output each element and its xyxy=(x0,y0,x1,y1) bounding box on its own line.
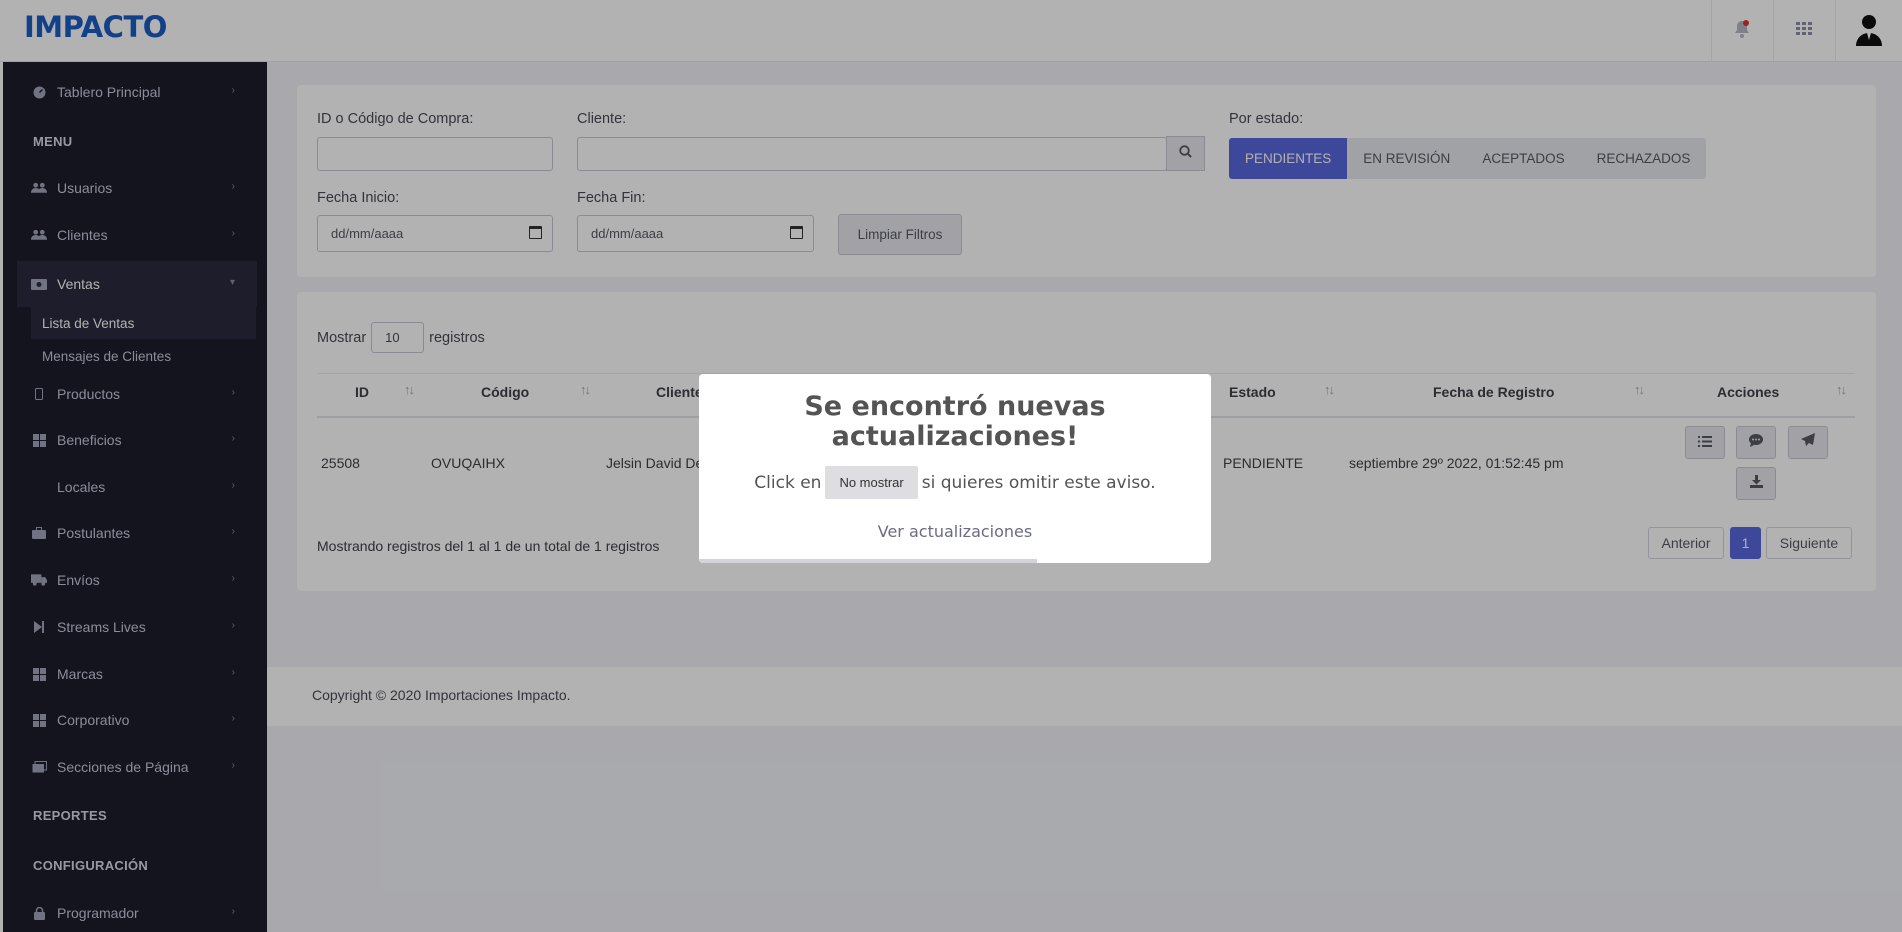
modal-text-before: Click en xyxy=(754,472,822,493)
modal-title-line-1: Se encontró nuevas xyxy=(804,391,1106,422)
modal-text-after: si quieres omitir este aviso. xyxy=(921,472,1156,493)
view-updates-link[interactable]: Ver actualizaciones xyxy=(699,522,1211,541)
modal-title: Se encontró nuevas actualizaciones! xyxy=(699,392,1211,452)
no-show-button[interactable]: No mostrar xyxy=(825,466,918,499)
modal-message: Click en No mostrar si quieres omitir es… xyxy=(699,466,1211,499)
modal-title-line-2: actualizaciones! xyxy=(831,421,1079,452)
modal-timer-progress xyxy=(699,559,1037,563)
updates-modal: Se encontró nuevas actualizaciones! Clic… xyxy=(699,374,1211,563)
